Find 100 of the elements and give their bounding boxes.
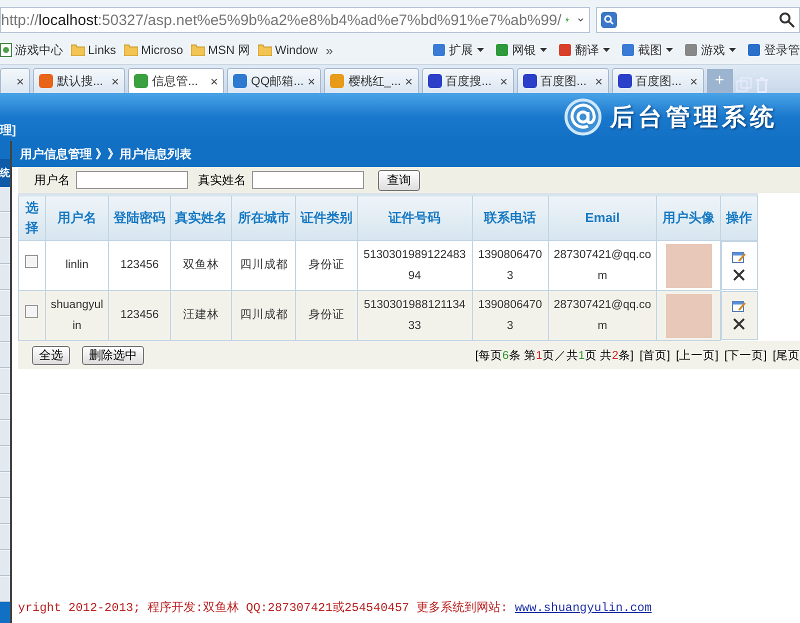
- column-header: 联系电话: [472, 194, 548, 240]
- browser-tab[interactable]: QQ邮箱... ×: [227, 68, 322, 93]
- column-header: 证件号码: [357, 194, 472, 240]
- field-label: 用户名: [34, 172, 70, 188]
- folder-icon: [71, 44, 85, 56]
- pagination-link[interactable]: [下一页]: [724, 348, 767, 362]
- column-header: 真实姓名: [170, 194, 232, 240]
- sidebar-item[interactable]: [0, 239, 10, 264]
- row-checkbox[interactable]: [25, 255, 38, 268]
- input-field[interactable]: [76, 171, 188, 189]
- sidebar-item[interactable]: [0, 317, 10, 342]
- column-header: 用户头像: [656, 194, 720, 240]
- tab-title: 默认搜...: [57, 72, 104, 90]
- edit-icon[interactable]: [732, 250, 746, 262]
- delete-icon[interactable]: [733, 268, 746, 280]
- caret-icon: [477, 48, 484, 52]
- toolbar-item[interactable]: 扩展: [433, 42, 484, 58]
- url-text: http://localhost:50327/asp.net%e5%9b%a2%e8%b4%ad%e7%bd%91%e7%ab%99/: [1, 12, 562, 28]
- trash-icon[interactable]: [754, 77, 769, 93]
- more-bookmarks[interactable]: »: [326, 42, 333, 58]
- breadcrumb: 用户信息管理 》》用户信息列表: [20, 146, 192, 162]
- caret-icon: [666, 48, 673, 52]
- search-button[interactable]: 查询: [378, 170, 420, 190]
- close-tab[interactable]: ×: [111, 74, 119, 88]
- windows-icon[interactable]: [736, 77, 752, 93]
- browser-tab[interactable]: 百度搜... ×: [422, 68, 514, 93]
- sidebar-item[interactable]: [0, 395, 10, 420]
- photo-placeholder: [666, 244, 712, 288]
- sidebar-item[interactable]: [0, 447, 10, 472]
- bookmark[interactable]: Microso: [124, 43, 184, 57]
- sidebar-item[interactable]: [0, 499, 10, 524]
- close-tab[interactable]: ×: [16, 74, 24, 88]
- search-field[interactable]: [596, 7, 800, 33]
- bookmark[interactable]: Window: [258, 43, 318, 57]
- row-checkbox[interactable]: [25, 305, 38, 318]
- close-tab[interactable]: ×: [404, 74, 413, 88]
- address-field[interactable]: http://localhost:50327/asp.net%e5%9b%a2%e8%b4%ad%e7%bd%91%e7%ab%99/: [0, 7, 590, 33]
- edit-icon[interactable]: [732, 300, 746, 312]
- sidebar-item[interactable]: [0, 187, 10, 212]
- input-field[interactable]: [252, 171, 364, 189]
- dropdown-icon[interactable]: [578, 16, 583, 24]
- close-tab[interactable]: ×: [690, 74, 698, 88]
- table-cell: 513030198812113433: [357, 290, 472, 340]
- table-cell: 13908064703: [472, 290, 548, 340]
- browser-tab[interactable]: 默认搜... ×: [33, 68, 125, 93]
- close-tab[interactable]: ×: [594, 74, 603, 88]
- sidebar-item[interactable]: [0, 577, 10, 602]
- column-header: 所在城市: [232, 194, 296, 240]
- sidebar-item[interactable]: [0, 551, 10, 576]
- table-cell: 287307421@qq.com: [548, 290, 657, 340]
- toolbar-item[interactable]: 登录管: [748, 42, 800, 58]
- table-cell: 四川成都: [232, 290, 296, 340]
- sidebar-item[interactable]: [0, 525, 10, 550]
- table-cell: shuangyulin: [45, 290, 109, 340]
- pagination-info: [每页6条 第1页／共1页 共2条]: [475, 348, 634, 362]
- sidebar-item[interactable]: [0, 291, 10, 316]
- sidebar-item[interactable]: [0, 369, 10, 394]
- toolbar-item[interactable]: 截图: [622, 42, 673, 58]
- column-header: Email: [548, 194, 657, 240]
- caret-icon: [729, 48, 736, 52]
- tab-title: 信息管...: [152, 72, 200, 90]
- delete-icon[interactable]: [733, 318, 746, 330]
- search-icon[interactable]: [779, 12, 795, 28]
- close-tab[interactable]: ×: [210, 74, 218, 88]
- table-cell: 123456: [108, 290, 170, 340]
- tab-title: 樱桃红_...: [348, 72, 401, 90]
- toolbar-item[interactable]: 网银: [496, 42, 547, 58]
- column-header: 选择: [18, 194, 46, 240]
- sidebar-item[interactable]: [0, 213, 10, 238]
- sidebar-item[interactable]: [0, 265, 10, 290]
- action-button[interactable]: 全选: [32, 346, 70, 364]
- sidebar-item[interactable]: [0, 421, 10, 446]
- website-link[interactable]: www.shuangyulin.com: [514, 601, 652, 615]
- pagination-link[interactable]: [首页]: [640, 348, 670, 362]
- toolbar-item[interactable]: 游戏: [685, 42, 736, 58]
- action-button[interactable]: 删除选中: [82, 346, 144, 364]
- photo-placeholder: [666, 294, 712, 338]
- pagination-link[interactable]: [尾页: [772, 348, 800, 362]
- browser-tab[interactable]: 百度图... ×: [612, 68, 704, 93]
- pagination-link[interactable]: [上一页]: [676, 348, 718, 362]
- copyright-text: yright 2012-2013; 程序开发:双鱼林 QQ:287307421或254540457 更多系统到网站:: [18, 601, 508, 615]
- bookmark[interactable]: MSN 网: [191, 42, 250, 58]
- column-header: 证件类别: [296, 194, 358, 240]
- toolbar-item[interactable]: 翻译: [559, 42, 610, 58]
- close-tab[interactable]: ×: [308, 74, 316, 88]
- browser-tab[interactable]: 樱桃红_... ×: [324, 68, 419, 93]
- browser-tab[interactable]: 百度图... ×: [516, 68, 609, 93]
- sidebar-item[interactable]: [0, 473, 10, 498]
- caret-icon: [540, 48, 547, 52]
- bookmark[interactable]: 游戏中心: [0, 42, 63, 58]
- sidebar-item[interactable]: [0, 343, 10, 368]
- browser-tab[interactable]: 信息管... ×: [128, 68, 224, 93]
- folder-icon: [191, 44, 206, 56]
- browser-tab[interactable]: ×: [0, 68, 30, 93]
- close-tab[interactable]: ×: [500, 74, 508, 88]
- column-header: 操作: [720, 194, 758, 240]
- sidebar-title: 统: [0, 159, 10, 187]
- folder-icon: [124, 44, 138, 56]
- bookmark[interactable]: Links: [71, 43, 116, 57]
- field-label: 真实姓名: [198, 172, 246, 188]
